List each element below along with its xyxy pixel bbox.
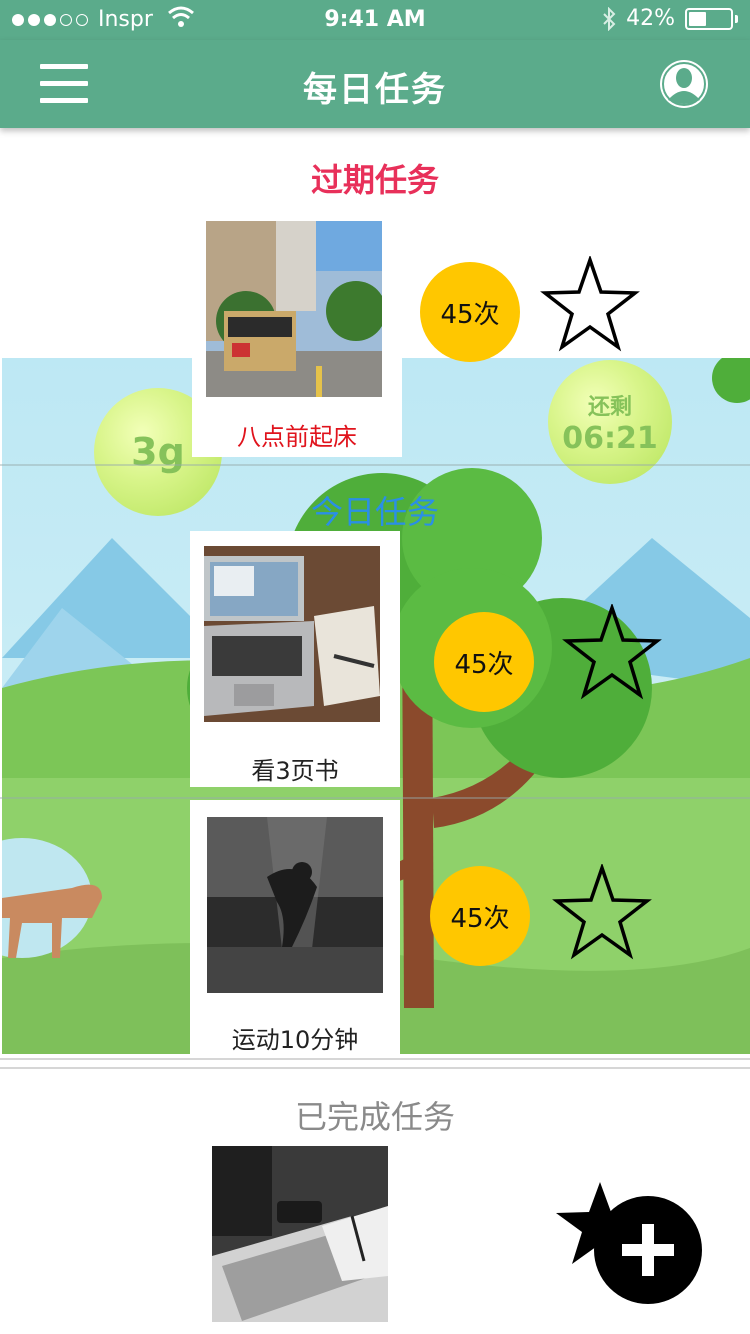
status-bar: Inspr 9:41 AM 42% <box>0 0 750 40</box>
task-label: 运动10分钟 <box>231 1026 359 1054</box>
page-title: 每日任务 <box>303 70 447 110</box>
battery-percent: 42% <box>626 6 675 31</box>
battery-fill <box>689 11 706 26</box>
count-badge[interactable]: 45次 <box>434 612 534 712</box>
count-badge[interactable]: 45次 <box>420 262 520 362</box>
task-label: 八点前起床 <box>237 423 357 451</box>
divider-line <box>0 464 750 466</box>
expired-task-card[interactable]: 八点前起床 <box>192 221 402 457</box>
done-task-card[interactable] <box>212 1146 388 1334</box>
task-photo <box>206 221 382 397</box>
star-outline-icon[interactable] <box>562 604 662 700</box>
battery-tip <box>735 14 738 23</box>
count-badge[interactable]: 45次 <box>430 866 530 966</box>
cable-car-street-photo <box>206 221 382 397</box>
add-star-icon[interactable] <box>544 1180 706 1310</box>
laptop-notebook-photo <box>204 546 380 722</box>
laptop-desk-bw-photo <box>212 1146 388 1322</box>
star-outline-icon[interactable] <box>540 256 640 352</box>
task-photo <box>204 546 380 722</box>
underwater-dancer-photo <box>207 817 383 993</box>
user-profile-icon[interactable] <box>660 60 708 108</box>
battery-icon <box>685 7 733 30</box>
task-photo <box>212 1146 388 1322</box>
done-section-title: 已完成任务 <box>294 1098 455 1136</box>
task-photo <box>207 817 383 993</box>
star-outline-icon[interactable] <box>552 864 652 960</box>
bluetooth-icon <box>603 6 616 31</box>
time-left-label: 还剩 <box>587 394 632 420</box>
status-right: 42% <box>602 6 738 31</box>
section-divider <box>0 1058 750 1060</box>
today-task-card[interactable]: 运动10分钟 <box>190 800 400 1054</box>
section-divider <box>0 1067 750 1069</box>
nav-bar: 每日任务 <box>0 40 750 128</box>
today-section-title: 今日任务 <box>310 493 439 531</box>
avatar-silhouette-icon <box>662 62 706 106</box>
screen: Inspr 9:41 AM 42% 每日任务 3g 还剩 06:21 过期任务 … <box>0 0 750 1334</box>
today-task-card[interactable]: 看3页书 <box>190 531 400 787</box>
time-left-value: 06:21 <box>562 420 658 456</box>
expired-section-title: 过期任务 <box>310 161 439 199</box>
task-label: 看3页书 <box>251 757 339 785</box>
divider-line <box>0 797 750 799</box>
energy-bubble-value: 3g <box>131 430 185 474</box>
